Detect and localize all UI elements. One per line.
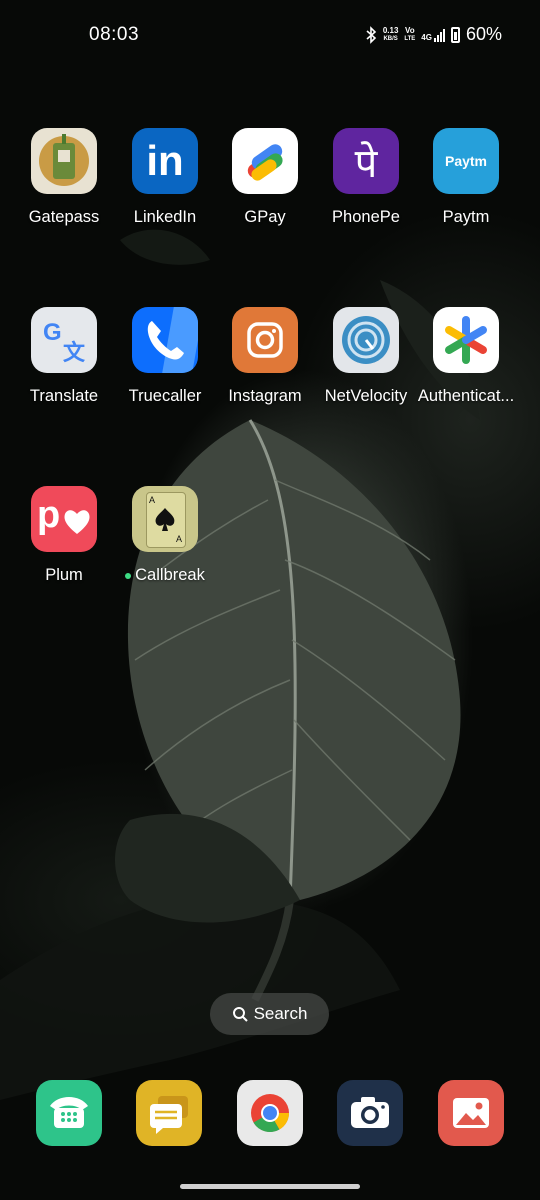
chrome-icon[interactable] (237, 1080, 303, 1146)
app-callbreak[interactable]: A A Callbreak (115, 486, 215, 585)
app-truecaller[interactable]: Truecaller (115, 307, 215, 406)
bluetooth-icon (366, 25, 376, 44)
app-plum[interactable]: p Plum (14, 486, 114, 585)
svg-text:A: A (149, 495, 155, 505)
status-icons: 0.13 KB/S Vo LTE 4G 60% (365, 24, 502, 45)
speedometer-icon (333, 307, 399, 373)
signal-icon (433, 28, 445, 42)
app-phonepe[interactable]: पे PhonePe (316, 128, 416, 227)
paytm-icon: Paytm (433, 128, 499, 194)
gallery-icon[interactable] (438, 1080, 504, 1146)
authenticator-icon (433, 307, 499, 373)
plum-icon: p (31, 486, 97, 552)
app-linkedin[interactable]: in LinkedIn (115, 128, 215, 227)
camera-icon[interactable] (337, 1080, 403, 1146)
volte-indicator: Vo LTE (404, 25, 416, 42)
instagram-icon (232, 307, 298, 373)
app-gatepass[interactable]: Gatepass (14, 128, 114, 227)
app-label: Truecaller (128, 387, 202, 405)
battery-percent: 60% (465, 24, 502, 44)
app-label: Translate (29, 387, 99, 405)
app-paytm[interactable]: Paytm Paytm (416, 128, 516, 227)
app-label: NetVelocity (324, 387, 408, 405)
new-app-dot (125, 572, 132, 579)
linkedin-icon: in (132, 128, 198, 194)
app-authenticator[interactable]: Authenticat... (416, 307, 516, 406)
spade-card-icon: A A (132, 486, 198, 552)
gpay-icon (232, 128, 298, 194)
status-bar: 08:03 0.13 KB/S Vo LTE 4G 60% (0, 0, 540, 72)
app-netvelocity[interactable]: NetVelocity (316, 307, 416, 406)
app-label: Callbreak (115, 566, 215, 585)
translate-icon: G 文 (31, 307, 97, 373)
app-translate[interactable]: G 文 Translate (14, 307, 114, 406)
status-time: 08:03 (89, 24, 140, 45)
network-speed: 0.13 KB/S (382, 25, 399, 42)
search-label: Search (253, 1004, 308, 1023)
phone-icon[interactable] (36, 1080, 102, 1146)
app-label: PhonePe (332, 208, 400, 226)
gesture-nav-handle[interactable] (180, 1184, 360, 1189)
app-instagram[interactable]: Instagram (215, 307, 315, 406)
app-label: Paytm (442, 208, 490, 226)
app-label: Instagram (228, 387, 302, 405)
app-label: GPay (244, 208, 286, 226)
signal-group: 4G (421, 28, 445, 42)
app-label: Plum (45, 566, 83, 584)
search-icon (232, 1007, 248, 1022)
svg-text:A: A (176, 534, 182, 544)
battery-icon (450, 26, 460, 43)
id-badge-icon (31, 128, 97, 194)
app-label: Authenticat... (417, 387, 515, 405)
phonepe-icon: पे (333, 128, 399, 194)
phone-handset-icon (132, 307, 198, 373)
app-label: LinkedIn (133, 208, 197, 226)
app-gpay[interactable]: GPay (215, 128, 315, 227)
dock (0, 1080, 540, 1146)
app-label: Gatepass (28, 208, 100, 226)
search-button[interactable]: Search (210, 993, 329, 1035)
messages-icon[interactable] (136, 1080, 202, 1146)
